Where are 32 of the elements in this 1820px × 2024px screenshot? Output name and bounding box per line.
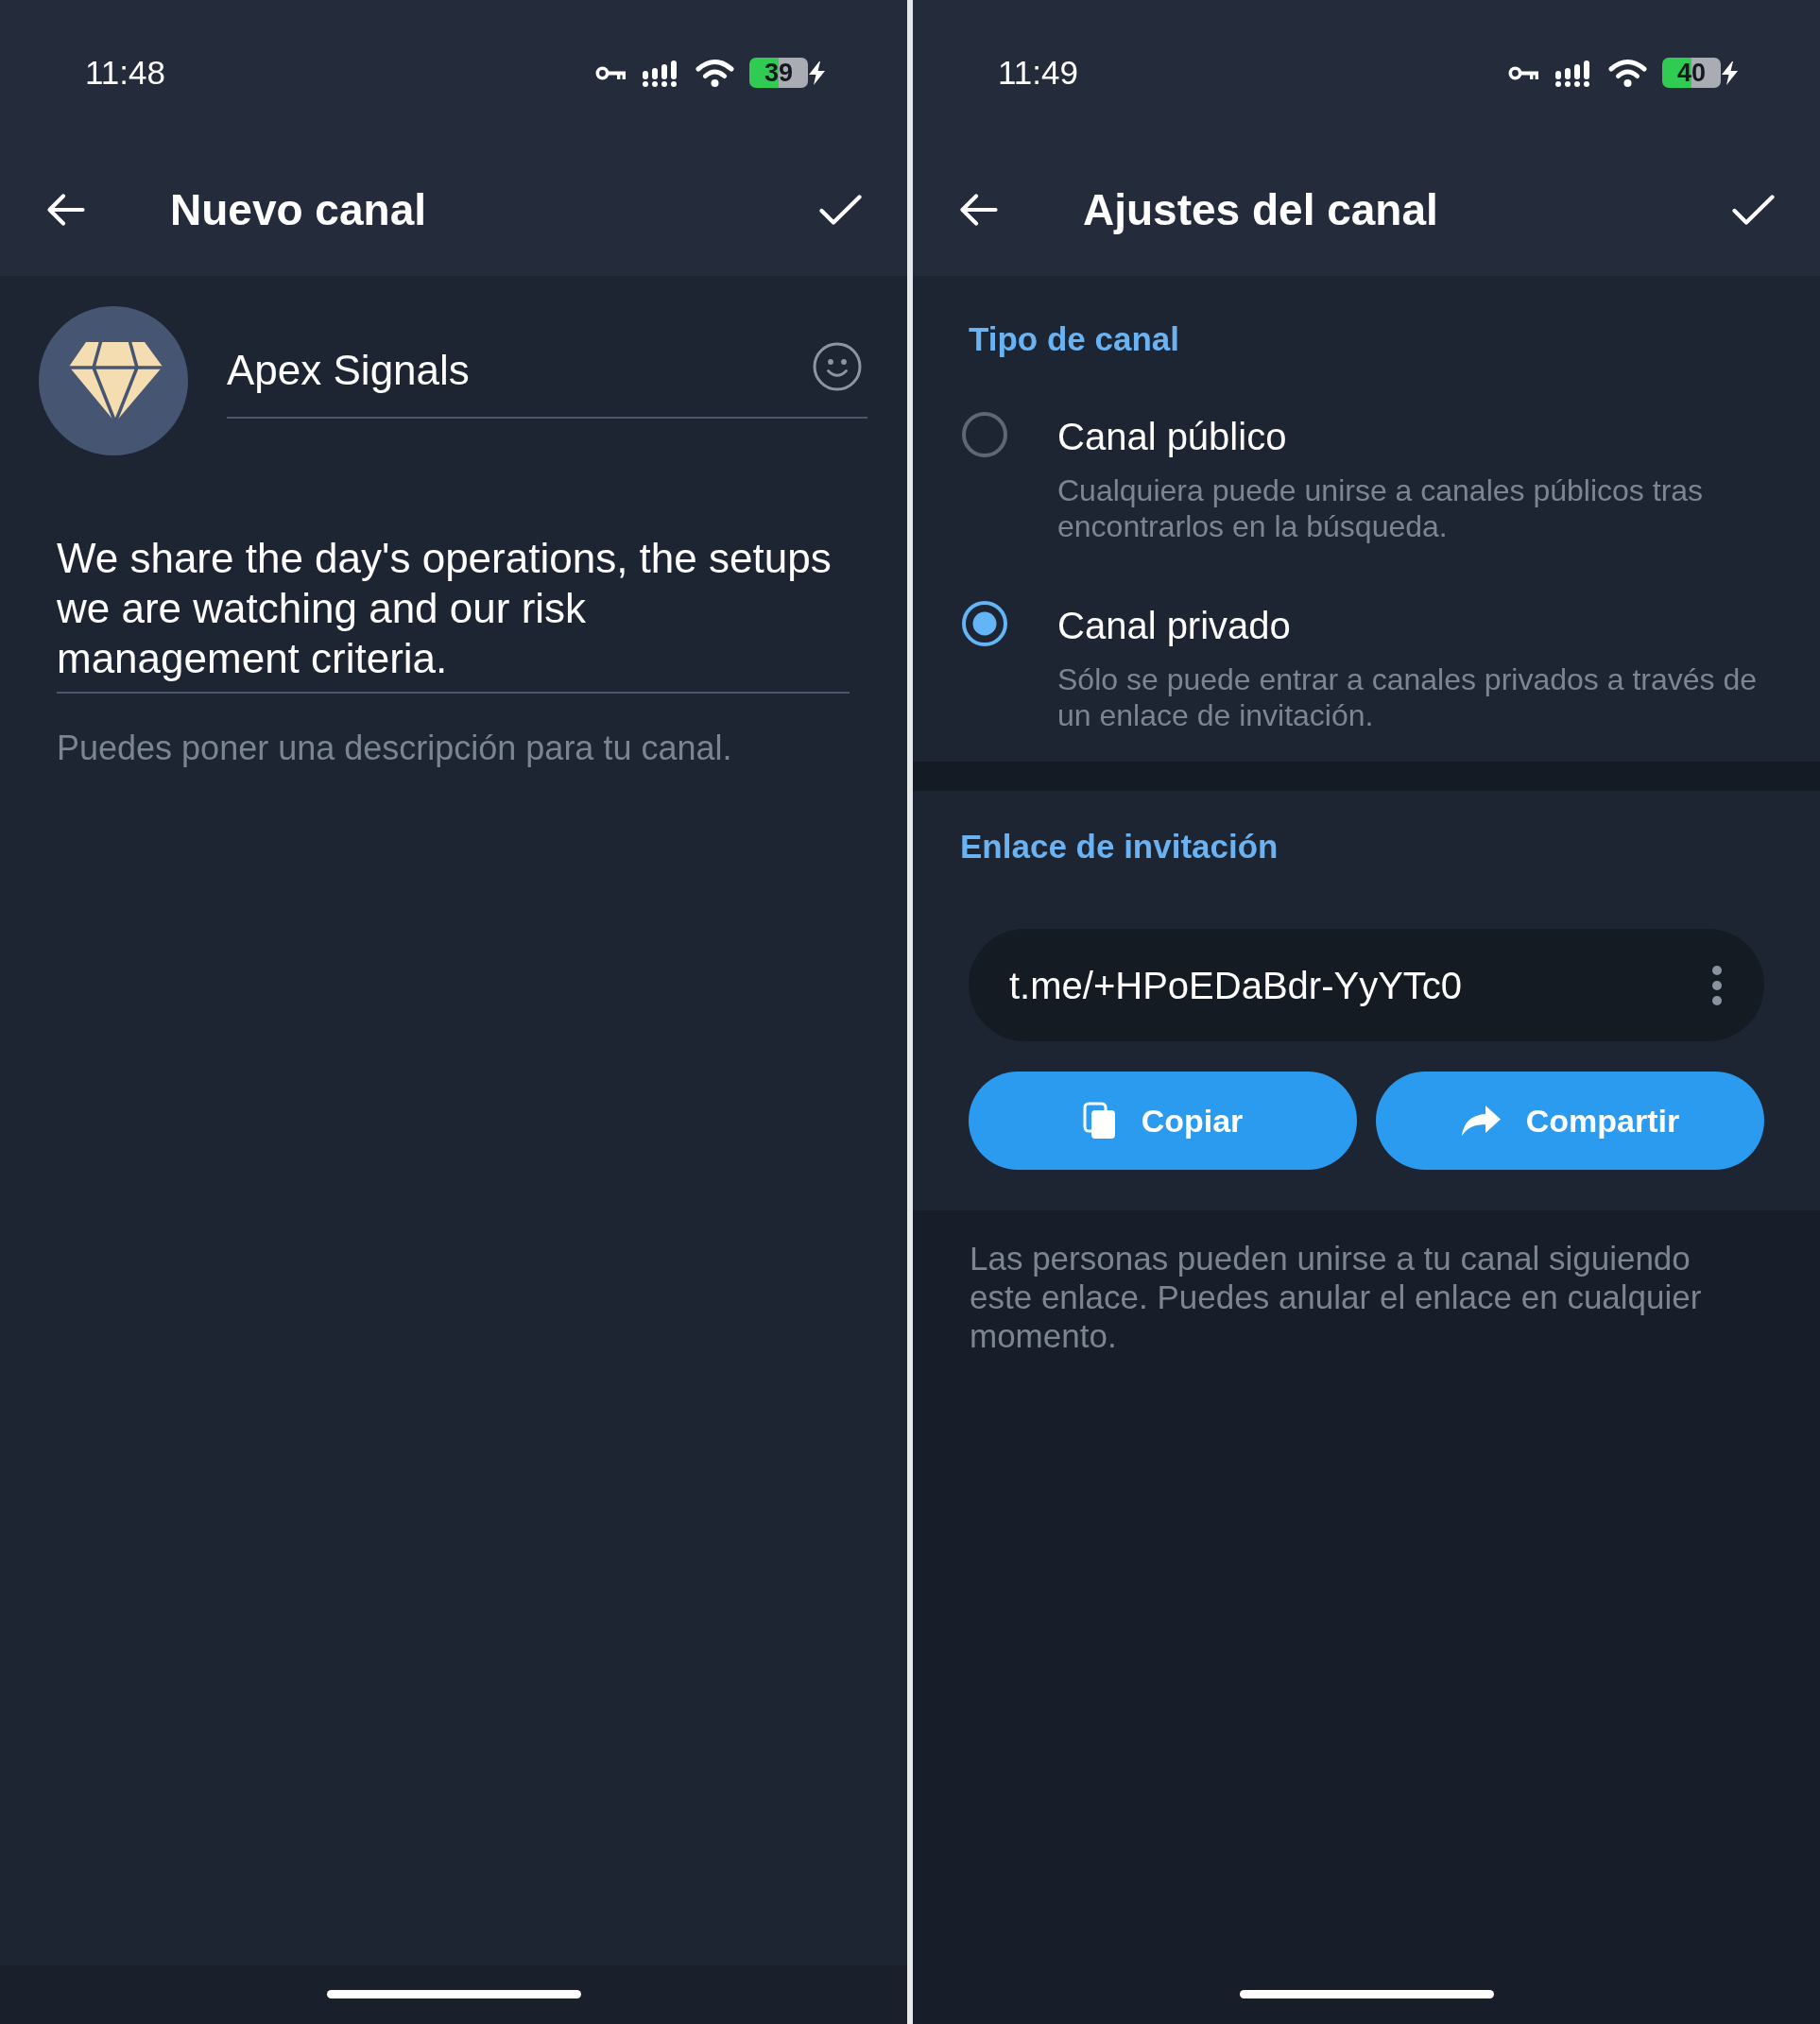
signal-icon bbox=[641, 59, 678, 87]
check-icon[interactable] bbox=[1732, 195, 1775, 225]
section-heading: Enlace de invitación bbox=[959, 827, 1279, 866]
name-field[interactable]: Apex Signals bbox=[227, 324, 867, 419]
status-time: 11:48 bbox=[85, 54, 165, 92]
screen-title: Ajustes del canal bbox=[1083, 184, 1439, 236]
option-label: Canal público bbox=[1057, 415, 1288, 459]
footer-note: Las personas pueden unirse a tu canal siguiendo este enlace. Puedes anular el enlace en cualquier momento. bbox=[970, 1239, 1703, 1355]
radio-icon[interactable] bbox=[961, 411, 1008, 458]
more-icon[interactable] bbox=[1712, 965, 1722, 1005]
section-heading: Tipo de canal bbox=[968, 319, 1181, 359]
option-description: Cualquiera puede unirse a canales públicos tras encontrarlos en la búsqueda. bbox=[1057, 472, 1705, 544]
status-time: 11:49 bbox=[998, 54, 1078, 92]
option-label: Canal privado bbox=[1057, 604, 1292, 648]
charging-bolt-icon bbox=[1721, 60, 1739, 85]
description-field[interactable]: We share the day's operations, the setups we are watching and our risk management criteria. bbox=[57, 533, 850, 694]
signal-icon bbox=[1554, 59, 1591, 87]
back-arrow-icon[interactable] bbox=[46, 193, 85, 227]
wifi-icon bbox=[695, 59, 734, 87]
back-arrow-icon[interactable] bbox=[959, 193, 998, 227]
description-hint: Puedes poner una descripción para tu canal. bbox=[57, 728, 733, 769]
invite-link-field[interactable]: t.me/+HPoEDaBdr-YyYTc0 bbox=[969, 929, 1764, 1041]
charging-bolt-icon bbox=[808, 60, 826, 85]
radio-icon[interactable] bbox=[961, 600, 1008, 647]
wifi-icon bbox=[1608, 59, 1647, 87]
share-icon bbox=[1460, 1105, 1502, 1137]
check-icon[interactable] bbox=[819, 195, 862, 225]
option-description: Sólo se puede entrar a canales privados a través de un enlace de invitación. bbox=[1057, 661, 1758, 733]
screen-title: Nuevo canal bbox=[170, 184, 427, 236]
diamond-avatar-icon[interactable] bbox=[39, 306, 188, 455]
copy-icon bbox=[1082, 1102, 1117, 1140]
emoji-icon[interactable] bbox=[813, 342, 862, 391]
